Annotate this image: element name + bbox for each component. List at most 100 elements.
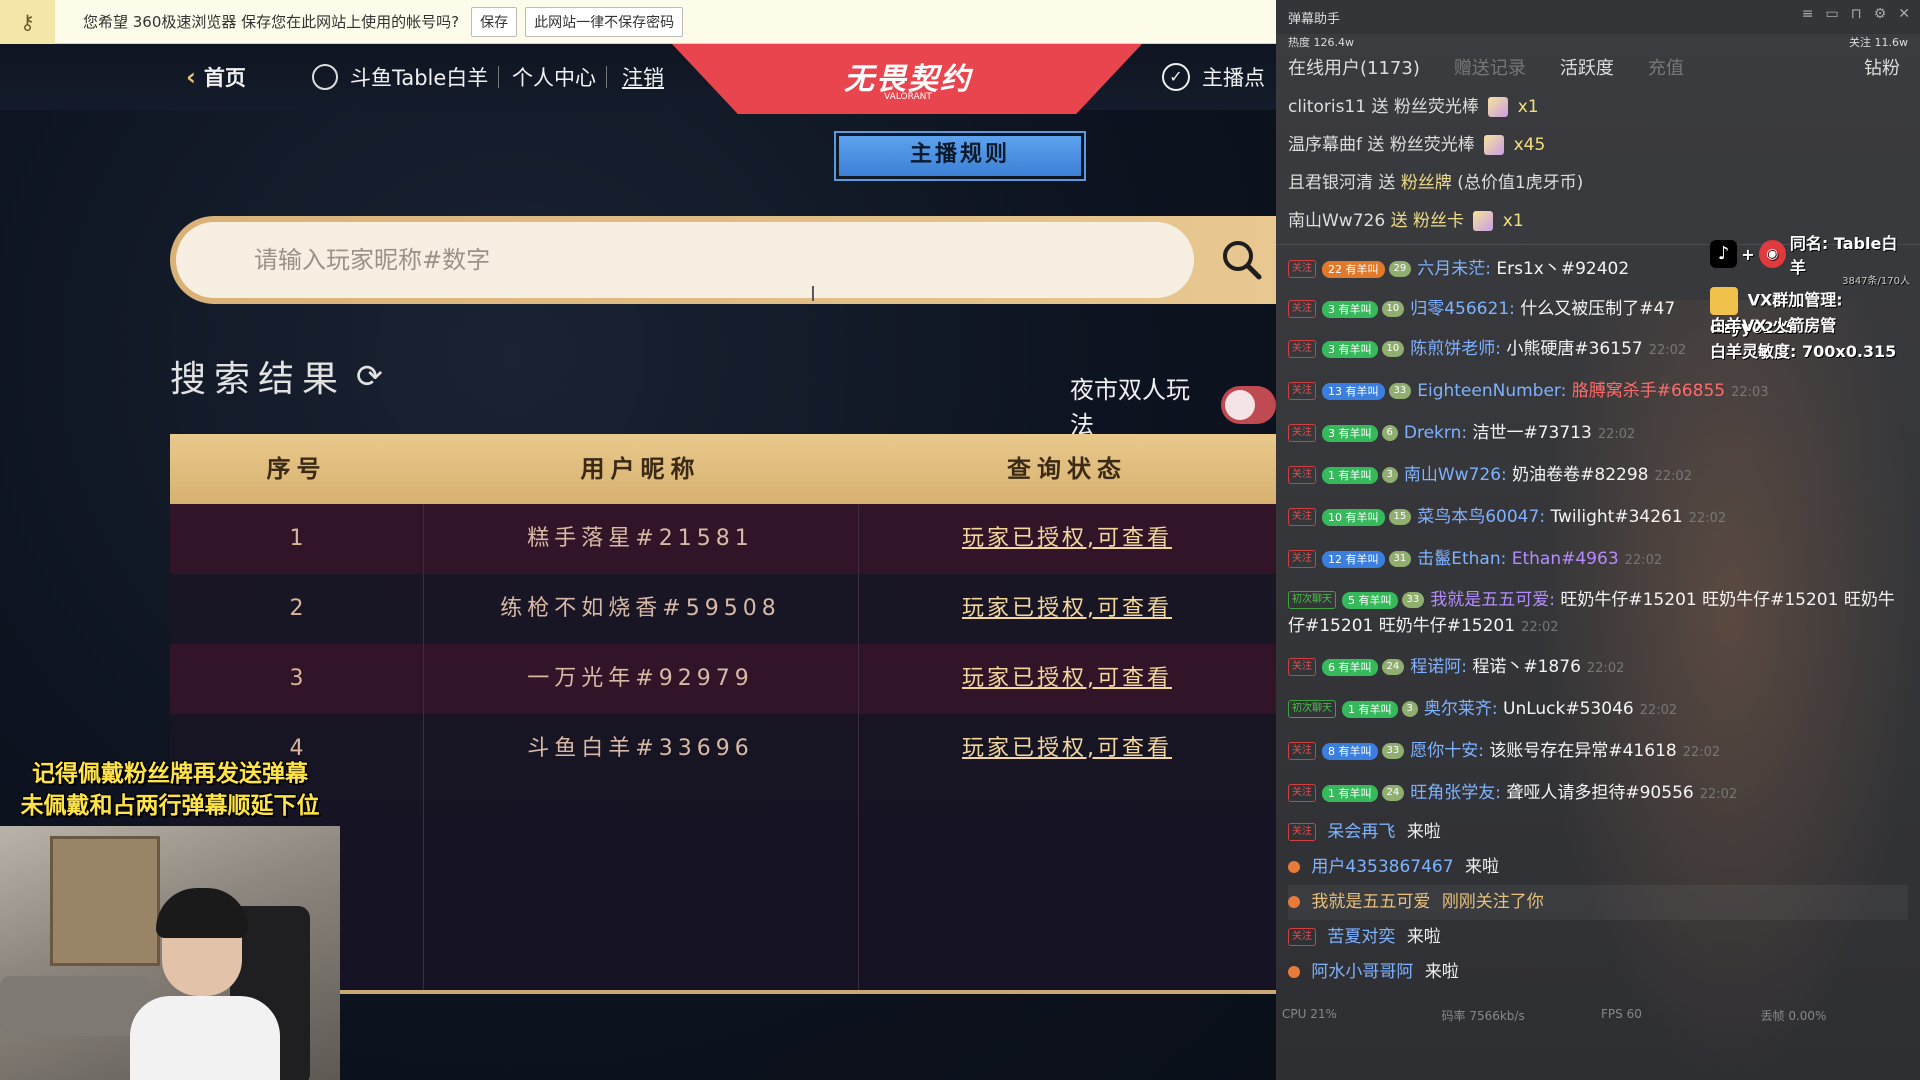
gift-user: 温序幕曲f	[1288, 135, 1362, 155]
gift-name: 粉丝荧光棒	[1389, 135, 1475, 155]
entry-user[interactable]: 阿水小哥哥阿	[1311, 962, 1413, 982]
fan-badge: 29	[1388, 261, 1412, 277]
gift-item: 温序幕曲f 送 粉丝荧光棒 x45	[1288, 126, 1908, 164]
message-user[interactable]: 旺角张学友:	[1410, 783, 1501, 803]
level-badge: 5 有羊叫	[1342, 591, 1398, 609]
row-nickname: 斗鱼白羊#33696	[527, 736, 754, 761]
nav-home[interactable]: ‹ 首页	[186, 62, 246, 92]
table-row: 2 练枪不如烧香#59508 玩家已授权,可查看	[170, 574, 1276, 644]
nav-user[interactable]: 斗鱼Table白羊	[312, 62, 488, 92]
user-dot-icon	[1288, 861, 1300, 873]
message-user[interactable]: 奥尔莱齐:	[1424, 699, 1498, 719]
message-user[interactable]: EighteenNumber:	[1417, 381, 1566, 401]
text-cursor-icon: I	[810, 282, 816, 306]
message-text: 聋哑人请多担待#90556	[1506, 783, 1694, 803]
lock-icon[interactable]: ⊓	[1851, 6, 1862, 22]
row-status-link[interactable]: 玩家已授权,可查看	[858, 504, 1276, 574]
level-badge: 1 有羊叫	[1342, 700, 1398, 718]
row-index: 3	[289, 666, 304, 691]
entry-action: 来啦	[1406, 822, 1441, 842]
tab-diamond-fans[interactable]: 钻粉	[1864, 54, 1900, 80]
danmu-titlebar: 弹幕助手 ≡ ▭ ⊓ ⚙ ✕	[1276, 0, 1920, 34]
entry-action: 来啦	[1406, 927, 1441, 947]
filter-icon[interactable]: ≡	[1802, 6, 1814, 22]
message-user[interactable]: 南山Ww726:	[1404, 465, 1507, 485]
gift-name: 粉丝牌	[1400, 173, 1452, 193]
check-circle-icon: ✓	[1162, 63, 1190, 91]
sofa	[0, 976, 150, 1036]
message-text: Ers1x丶#92402	[1496, 259, 1630, 279]
entry-action: 来啦	[1424, 962, 1459, 982]
message-user[interactable]: 六月未茫:	[1417, 259, 1491, 279]
top-nav: ‹ 首页 斗鱼Table白羊 个人中心 注销 无畏契约 VALORANT ✓ 主…	[0, 44, 1276, 114]
row-status-link[interactable]: 玩家已授权,可查看	[858, 644, 1276, 714]
settings-icon[interactable]: ⚙	[1874, 6, 1887, 22]
message-user[interactable]: 菜鸟本鸟60047:	[1417, 507, 1545, 527]
entry-user[interactable]: 我就是五五可爱	[1311, 892, 1430, 912]
chat-message: 关注 10 有羊叫 15 菜鸟本鸟60047: Twilight#34261 22:02	[1288, 497, 1908, 539]
entry-action: 来啦	[1464, 857, 1499, 877]
tab-recharge[interactable]: 充值	[1648, 54, 1684, 80]
message-user[interactable]: 击鬣Ethan:	[1417, 549, 1506, 569]
message-time: 22:02	[1586, 661, 1625, 676]
fan-badge: 10	[1381, 301, 1405, 317]
search-icon[interactable]	[1220, 238, 1262, 280]
refresh-icon[interactable]: ⟳	[356, 357, 391, 395]
message-time: 22:02	[1688, 511, 1727, 526]
window-controls: ≡ ▭ ⊓ ⚙ ✕	[1802, 6, 1910, 22]
gift-verb: 送	[1371, 97, 1389, 117]
entry-user[interactable]: 用户4353867467	[1311, 857, 1453, 877]
gift-item: clitoris11 送 粉丝荧光棒 x1	[1288, 88, 1908, 126]
gift-name: 粉丝卡	[1412, 211, 1464, 231]
fan-card-icon	[1473, 211, 1494, 231]
message-user[interactable]: 归零456621:	[1410, 299, 1515, 319]
tab-activity[interactable]: 活跃度	[1560, 54, 1614, 80]
night-mode-toggle[interactable]	[1220, 386, 1276, 424]
tab-online-users[interactable]: 在线用户(1173)	[1288, 54, 1420, 80]
avatar	[1710, 287, 1738, 315]
close-icon[interactable]: ✕	[1898, 6, 1910, 22]
chat-message: 初次聊天 5 有羊叫 33 我就是五五可爱: 旺奶牛仔#15201 旺奶牛仔#1520…	[1288, 581, 1908, 647]
message-user[interactable]: 程诺阿:	[1410, 657, 1467, 677]
tab-gift-records[interactable]: 赠送记录	[1454, 54, 1526, 80]
save-password-button[interactable]: 保存	[471, 6, 518, 37]
nav-anchor[interactable]: ✓ 主播点	[1162, 62, 1265, 92]
user-dot-icon	[1288, 966, 1300, 978]
save-password-bar: ⚷ 您希望 360极速浏览器 保存您在此网站上使用的帐号吗? 保存 此网站一律不…	[0, 0, 1276, 44]
message-tag: 关注	[1288, 784, 1316, 802]
message-tag: 关注	[1288, 466, 1316, 484]
webcam-feed	[0, 826, 340, 1080]
fan-badge: 31	[1388, 551, 1412, 567]
entry-item: 关注 苦夏对奕 来啦	[1288, 920, 1908, 955]
window-icon[interactable]: ▭	[1826, 6, 1839, 22]
nav-separator	[606, 66, 607, 88]
message-user[interactable]: Drekrn:	[1404, 423, 1467, 443]
follow-count: 关注 11.6w	[1849, 36, 1908, 49]
streamer-body	[130, 996, 280, 1080]
danmu-assistant-window: 弹幕助手 ≡ ▭ ⊓ ⚙ ✕ 热度 126.4w 关注 11.6w 在线用户(1…	[1276, 0, 1920, 1080]
message-tag: 关注	[1288, 260, 1316, 278]
search-input[interactable]: 请输入玩家昵称#数字	[176, 222, 1194, 298]
anchor-rules-button[interactable]: 主播规则	[834, 131, 1086, 181]
message-time: 22:02	[1648, 343, 1687, 358]
chat-message: 关注 1 有羊叫 24 旺角张学友: 聋哑人请多担待#90556 22:02	[1288, 773, 1908, 815]
entry-list: 关注 呆会再飞 来啦 用户4353867467 来啦 我就是五五可爱 刚刚关注了…	[1276, 815, 1920, 990]
never-save-button[interactable]: 此网站一律不保存密码	[525, 6, 684, 37]
level-badge: 8 有羊叫	[1322, 742, 1378, 760]
message-user[interactable]: 我就是五五可爱:	[1430, 590, 1555, 610]
nav-logout[interactable]: 注销	[622, 62, 664, 92]
row-status-link[interactable]: 玩家已授权,可查看	[858, 714, 1276, 784]
entry-user[interactable]: 苦夏对奕	[1327, 927, 1395, 947]
entry-user[interactable]: 呆会再飞	[1327, 822, 1395, 842]
fan-badge: 24	[1381, 659, 1405, 675]
nav-personal-center[interactable]: 个人中心	[512, 62, 596, 92]
vx-group-line: VX群加管理: dzyy0225	[1710, 287, 1910, 337]
tiktok-icon: ♪	[1710, 240, 1738, 268]
message-user[interactable]: 愿你十安:	[1410, 741, 1484, 761]
gift-qty: x45	[1513, 135, 1546, 155]
message-tag: 关注	[1288, 658, 1316, 676]
notice-line: 记得佩戴粉丝牌再发送弹幕	[32, 761, 308, 787]
row-status-link[interactable]: 玩家已授权,可查看	[858, 574, 1276, 644]
message-user[interactable]: 陈煎饼老师:	[1410, 339, 1501, 359]
message-time: 22:02	[1699, 787, 1738, 802]
